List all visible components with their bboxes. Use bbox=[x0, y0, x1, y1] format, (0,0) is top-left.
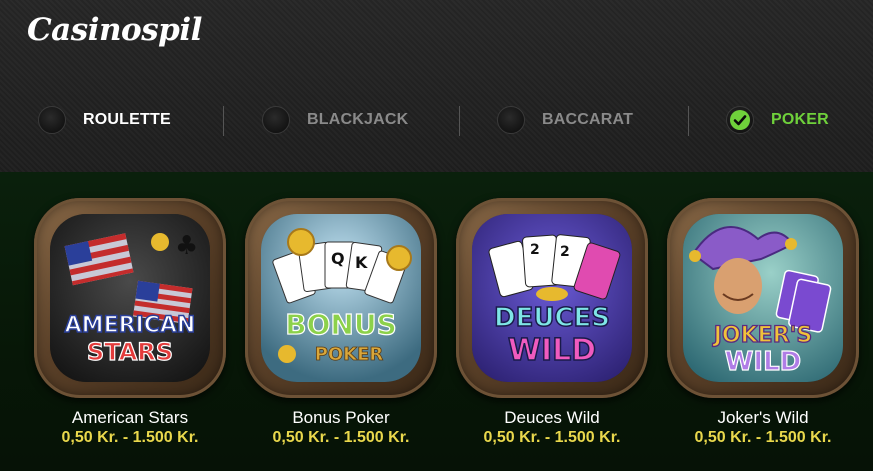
game-card-bonus-poker[interactable]: Q K BONUS POKER Bonus Poker 0,50 Kr. - 1… bbox=[241, 198, 441, 471]
game-thumbnail[interactable]: 2 2 DEUCES WILD bbox=[456, 198, 648, 398]
bet-range: 0,50 Kr. - 1.500 Kr. bbox=[483, 429, 621, 446]
tab-divider bbox=[688, 106, 689, 136]
bet-range: 0,50 Kr. - 1.500 Kr. bbox=[61, 429, 199, 446]
svg-text:2: 2 bbox=[530, 242, 540, 258]
american-stars-artwork: ♣ AMERICAN STARS bbox=[50, 214, 210, 382]
game-card-american-stars[interactable]: ♣ AMERICAN STARS American Stars 0,50 Kr.… bbox=[30, 198, 230, 471]
top-bar: Casinospil ROULETTE BLACKJACK BACCARAT P… bbox=[0, 0, 873, 172]
game-title[interactable]: Bonus Poker bbox=[241, 408, 441, 428]
tab-baccarat[interactable]: BACCARAT bbox=[497, 100, 633, 140]
art-title: AMERICAN bbox=[65, 313, 196, 338]
svg-text:♣: ♣ bbox=[175, 231, 198, 261]
tab-poker[interactable]: POKER bbox=[726, 100, 829, 140]
tab-blackjack[interactable]: BLACKJACK bbox=[262, 100, 408, 140]
tab-roulette[interactable]: ROULETTE bbox=[38, 100, 171, 140]
tab-divider bbox=[459, 106, 460, 136]
game-card-deuces-wild[interactable]: 2 2 DEUCES WILD Deuces Wild 0,50 Kr. - 1… bbox=[452, 198, 652, 471]
art-subtitle: POKER bbox=[315, 344, 384, 365]
svg-text:Q: Q bbox=[331, 249, 345, 268]
art-subtitle: WILD bbox=[508, 333, 596, 368]
bonus-poker-artwork: Q K BONUS POKER bbox=[261, 214, 421, 382]
bet-range: 0,50 Kr. - 1.500 Kr. bbox=[272, 429, 410, 446]
game-thumbnail[interactable]: ♣ AMERICAN STARS bbox=[34, 198, 226, 398]
deuces-wild-artwork: 2 2 DEUCES WILD bbox=[472, 214, 632, 382]
svg-text:2: 2 bbox=[560, 244, 570, 260]
art-title: BONUS bbox=[285, 308, 396, 341]
svg-text:K: K bbox=[355, 253, 368, 272]
jokers-wild-artwork: JOKER'S WILD bbox=[683, 214, 843, 382]
game-title[interactable]: American Stars bbox=[30, 408, 230, 428]
bet-range: 0,50 Kr. - 1.500 Kr. bbox=[694, 429, 832, 446]
game-thumbnail[interactable]: Q K BONUS POKER bbox=[245, 198, 437, 398]
tab-label: POKER bbox=[771, 111, 829, 128]
game-thumbnail[interactable]: JOKER'S WILD bbox=[667, 198, 859, 398]
art-subtitle: WILD bbox=[725, 347, 802, 377]
tab-divider bbox=[223, 106, 224, 136]
tab-label: ROULETTE bbox=[83, 111, 171, 128]
radio-icon bbox=[497, 106, 525, 134]
game-card-jokers-wild[interactable]: JOKER'S WILD Joker's Wild 0,50 Kr. - 1.5… bbox=[663, 198, 863, 471]
tab-label: BACCARAT bbox=[542, 111, 634, 128]
check-icon bbox=[726, 106, 754, 134]
tab-label: BLACKJACK bbox=[307, 111, 409, 128]
radio-icon bbox=[38, 106, 66, 134]
art-title: DEUCES bbox=[494, 303, 610, 333]
radio-icon bbox=[262, 106, 290, 134]
game-title[interactable]: Joker's Wild bbox=[663, 408, 863, 428]
art-title: JOKER'S bbox=[712, 323, 812, 348]
game-title[interactable]: Deuces Wild bbox=[452, 408, 652, 428]
category-tabs: ROULETTE BLACKJACK BACCARAT POKER bbox=[0, 96, 873, 144]
art-subtitle: STARS bbox=[87, 338, 173, 366]
game-grid: ♣ AMERICAN STARS American Stars 0,50 Kr.… bbox=[0, 172, 873, 471]
site-logo[interactable]: Casinospil bbox=[27, 12, 202, 48]
